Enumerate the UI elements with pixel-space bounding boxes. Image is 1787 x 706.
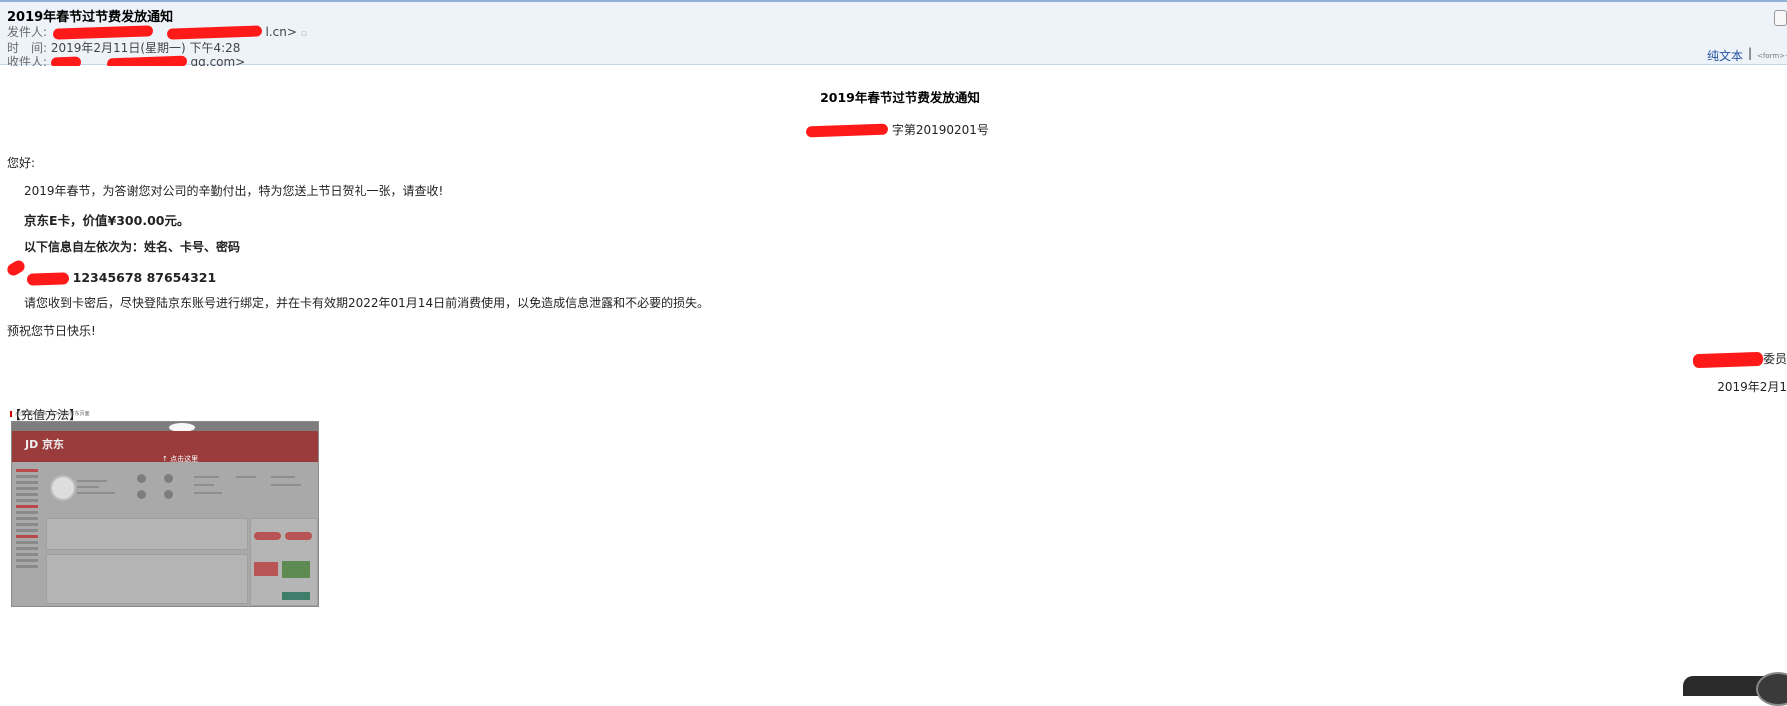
redaction-mark — [26, 271, 70, 286]
text-line — [194, 492, 222, 494]
text-line — [236, 476, 256, 478]
redaction-mark — [52, 25, 154, 40]
from-label: 发件人: — [7, 25, 48, 39]
text-line — [77, 486, 99, 488]
letter-title: 2019年春节过节费发放通知 — [820, 90, 980, 105]
jd-teal-button — [282, 592, 310, 600]
shortcut-icon — [137, 474, 146, 483]
to-line: 收件人: gq.com> — [7, 53, 245, 66]
arrow-note: ↑ 点击这里 — [162, 455, 199, 463]
text-line — [194, 484, 214, 486]
address-book-icon[interactable]: ▫ — [301, 29, 307, 39]
redaction-mark — [5, 258, 27, 278]
signature-tail: 委员会 — [1762, 352, 1787, 366]
expand-icon[interactable] — [1774, 10, 1787, 26]
letter-date: 2019年2月1日 — [1717, 380, 1787, 394]
guide-caption: 点击"我的京东"进入我的京东页面 — [10, 410, 90, 417]
to-label: 收件人: — [7, 55, 48, 66]
order-panel — [46, 518, 248, 550]
from-address[interactable]: l.cn> — [266, 25, 297, 39]
from-line: 发件人: l.cn> ▫ — [7, 23, 307, 40]
floating-corner-icon[interactable] — [1756, 672, 1787, 706]
document-number-suffix: 字第20190201号 — [891, 123, 989, 137]
jd-green-card — [282, 561, 310, 578]
text-line — [77, 480, 107, 482]
card-credentials-line: 12345678 87654321 — [5, 258, 216, 286]
avatar — [50, 475, 76, 501]
header-separator: | — [1748, 46, 1753, 60]
paragraph-thanks: 2019年春节，为答谢您对公司的辛勤付出，特为您送上节日贺礼一张，请查收! — [24, 184, 444, 198]
mail-header: 2019年春节过节费发放通知 发件人: l.cn> ▫ 时 间: 2019年2月… — [0, 0, 1787, 66]
plain-text-link[interactable]: 纯文本 — [1707, 47, 1743, 64]
card-value-line: 京东E卡，价值¥300.00元。 — [24, 213, 190, 228]
info-order-line: 以下信息自左依次为：姓名、卡号、密码 — [24, 240, 241, 254]
redaction-mark — [166, 25, 262, 40]
redaction-mark — [1692, 351, 1764, 368]
card-number-and-password: 12345678 87654321 — [72, 270, 217, 285]
text-line — [271, 476, 295, 478]
shortcut-icon — [164, 490, 173, 499]
redaction-mark — [805, 123, 889, 138]
text-line — [77, 492, 115, 494]
jd-red-card — [254, 562, 278, 576]
signature: 委员会 — [1692, 350, 1787, 368]
shortcut-icon — [164, 474, 173, 483]
greeting: 您好: — [7, 156, 36, 170]
recharge-guide-image[interactable]: JD 京东 ↑ 点击这里 — [11, 421, 319, 607]
jd-topbar — [12, 422, 318, 431]
jd-red-button — [285, 532, 312, 540]
recommend-panel — [46, 554, 248, 604]
holiday-wish: 预祝您节日快乐! — [7, 324, 96, 338]
text-line — [271, 484, 301, 486]
jd-red-button — [254, 532, 281, 540]
redaction-mark — [106, 55, 187, 66]
jd-logo: JD 京东 — [25, 438, 65, 451]
guide-caption-text: 点击"我的京东"进入我的京东页面 — [15, 411, 90, 417]
text-line — [194, 476, 219, 478]
caption-marker — [10, 410, 12, 417]
redaction-mark — [50, 56, 82, 66]
paragraph-binding-notice: 请您收到卡密后，尽快登陆京东账号进行绑定，并在卡有效期2022年01月14日前消… — [24, 296, 710, 310]
shortcut-icon — [137, 490, 146, 499]
jd-sidebar — [14, 466, 40, 601]
document-number: 字第20190201号 — [805, 121, 989, 138]
more-tools-link[interactable]: <form>· · · · — [1757, 52, 1787, 60]
to-address[interactable]: gq.com> — [191, 55, 246, 66]
